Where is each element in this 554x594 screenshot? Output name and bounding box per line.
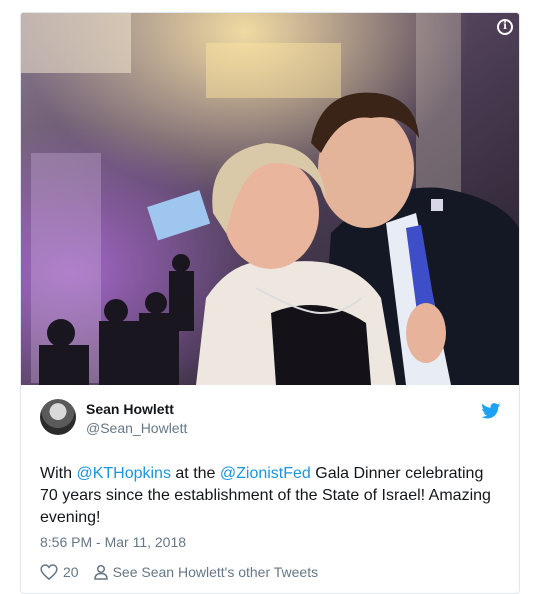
- author-display-name[interactable]: Sean Howlett: [86, 401, 174, 417]
- tweet-actions: 20 See Sean Howlett's other Tweets: [40, 562, 318, 582]
- author-handle[interactable]: @Sean_Howlett: [86, 420, 187, 436]
- tweet-embed-card: i Sean Howlett @Sean_Howlett With @KTHop…: [20, 12, 520, 594]
- tweet-photo[interactable]: i: [21, 13, 519, 385]
- heart-icon: [40, 564, 58, 580]
- tweet-text-part: With: [40, 465, 77, 482]
- avatar[interactable]: [40, 399, 76, 435]
- person-icon: [93, 564, 108, 580]
- tweet-text-part: at the: [170, 465, 220, 482]
- mention-link-zionistfed[interactable]: @ZionistFed: [220, 465, 311, 482]
- like-count: 20: [63, 564, 79, 580]
- like-button[interactable]: 20: [40, 564, 79, 580]
- tweet-timestamp[interactable]: 8:56 PM - Mar 11, 2018: [40, 534, 186, 550]
- tweet-text: With @KTHopkins at the @ZionistFed Gala …: [40, 463, 505, 529]
- see-other-tweets-link[interactable]: See Sean Howlett's other Tweets: [93, 564, 319, 580]
- see-other-tweets-label: See Sean Howlett's other Tweets: [112, 564, 319, 580]
- info-icon[interactable]: i: [497, 19, 513, 35]
- mention-link-kthopkins[interactable]: @KTHopkins: [76, 465, 171, 482]
- twitter-bird-icon[interactable]: [481, 403, 501, 419]
- photo-illustration: [21, 13, 519, 385]
